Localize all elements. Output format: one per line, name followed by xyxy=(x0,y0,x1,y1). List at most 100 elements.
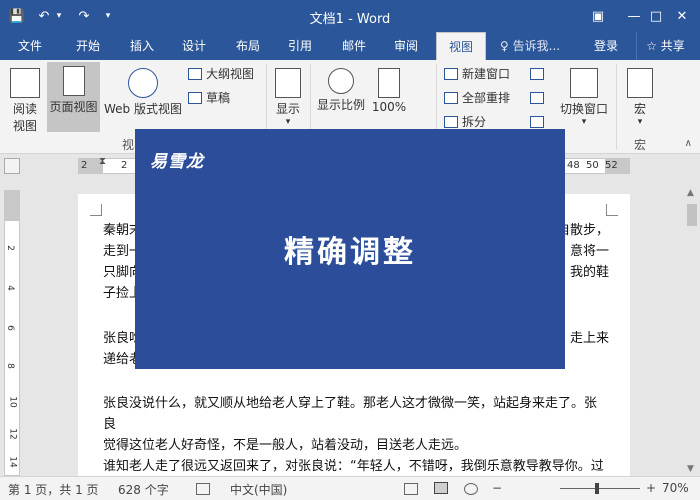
word-count[interactable]: 628 个字 xyxy=(118,481,169,498)
view-side-by-side-button[interactable] xyxy=(530,64,548,84)
title-bar: 💾 ↶ ▾ ↷ ▾ 文档1 - Word ▣ — □ ✕ xyxy=(0,0,700,32)
read-mode-button[interactable]: 阅读 视图 xyxy=(6,64,44,134)
zoom-slider-thumb[interactable] xyxy=(595,483,599,494)
zoom-level[interactable]: 70% xyxy=(662,481,689,495)
indent-marker-icon[interactable]: ⧗ xyxy=(99,156,106,167)
vertical-scrollbar[interactable]: ▲ ▼ xyxy=(684,186,700,476)
vertical-ruler[interactable]: 2 4 6 8 10 12 14 xyxy=(4,190,20,476)
tab-insert[interactable]: 插入 xyxy=(120,32,164,60)
tab-home[interactable]: 开始 xyxy=(66,32,110,60)
read-mode-label-1: 阅读 xyxy=(12,102,37,116)
scroll-thumb[interactable] xyxy=(687,204,697,226)
lightbulb-icon: ♀ xyxy=(500,39,509,53)
switch-windows-label: 切换窗口 xyxy=(559,102,608,116)
new-window-button[interactable]: 新建窗口 xyxy=(444,64,510,84)
show-button[interactable]: 显示 ▾ xyxy=(270,64,306,134)
page-icon xyxy=(62,66,85,96)
tab-mailings[interactable]: 邮件 xyxy=(332,32,376,60)
new-window-icon xyxy=(444,68,458,80)
paragraph[interactable]: 张良没说什么，就又顺从地给老人穿上了鞋。那老人这才微微一笑，站起身来走了。张良 … xyxy=(103,393,609,456)
proofing-icon[interactable] xyxy=(196,483,210,495)
sign-in-link[interactable]: 登录 xyxy=(594,32,618,60)
outline-button[interactable]: 大纲视图 xyxy=(188,64,254,84)
scroll-down-icon[interactable]: ▼ xyxy=(687,464,694,474)
outline-icon xyxy=(188,68,202,80)
new-window-label: 新建窗口 xyxy=(462,67,511,81)
read-mode-view-icon[interactable] xyxy=(404,483,418,495)
zoom-out-icon[interactable]: − xyxy=(492,481,502,495)
web-layout-view-icon[interactable] xyxy=(464,483,478,495)
ruler-number: 48 xyxy=(567,160,580,171)
switch-windows-icon xyxy=(570,68,598,98)
zoom-in-icon[interactable]: + xyxy=(646,481,656,495)
tab-selector-button[interactable] xyxy=(4,158,20,174)
ruler-number: 2 xyxy=(81,160,88,171)
tab-file[interactable]: 文件 xyxy=(8,32,52,60)
outline-label: 大纲视图 xyxy=(206,67,255,81)
macros-button[interactable]: 宏 ▾ xyxy=(622,64,658,134)
tab-review[interactable]: 审阅 xyxy=(384,32,428,60)
globe-icon xyxy=(128,68,158,98)
views-group-label: 视 xyxy=(122,138,135,152)
text-line: 意将一 xyxy=(569,244,609,259)
sync-scroll-button[interactable] xyxy=(530,88,548,108)
status-bar: 第 1 页，共 1 页 628 个字 中文(中国) − + 70% xyxy=(0,476,700,500)
crop-mark xyxy=(606,204,618,216)
tell-me-search[interactable]: ♀ 告诉我... xyxy=(500,32,560,60)
vruler-number: 12 xyxy=(7,428,18,440)
arrange-all-button[interactable]: 全部重排 xyxy=(444,88,510,108)
share-icon: ☆ xyxy=(646,39,657,53)
collapse-ribbon-icon[interactable]: ∧ xyxy=(685,138,692,149)
scroll-up-icon[interactable]: ▲ xyxy=(687,188,694,198)
vruler-number: 4 xyxy=(4,285,15,291)
macros-icon xyxy=(627,68,653,98)
ruler-number: 50 xyxy=(586,160,599,171)
zoom-label: 显示比例 xyxy=(316,98,365,112)
zoom-button[interactable]: 显示比例 xyxy=(314,64,368,134)
zoom-slider[interactable] xyxy=(560,488,640,489)
print-layout-view-icon[interactable] xyxy=(434,482,448,494)
tab-design[interactable]: 设计 xyxy=(172,32,216,60)
tab-references[interactable]: 引用 xyxy=(278,32,322,60)
macros-dropdown-icon: ▾ xyxy=(637,117,643,127)
text-line: 谁知老人走了很远又返回来了，对张良说：“年轻人，不错呀，我倒乐意教导教导你。过 xyxy=(103,459,604,474)
macros-group-label: 宏 xyxy=(634,138,647,152)
draft-button[interactable]: 草稿 xyxy=(188,88,230,108)
read-mode-label-2: 视图 xyxy=(12,119,37,133)
show-dropdown-icon: ▾ xyxy=(285,117,291,127)
title-overlay-banner: 易雪龙 精确调整 xyxy=(135,129,565,369)
ribbon-tabs: 文件 开始 插入 设计 布局 引用 邮件 审阅 视图 ♀ 告诉我... 登录 ☆… xyxy=(0,32,700,60)
switch-windows-button[interactable]: 切换窗口 ▾ xyxy=(556,64,612,134)
reset-window-icon xyxy=(530,116,544,128)
text-line: 张良没说什么，就又顺从地给老人穿上了鞋。那老人这才微微一笑，站起身来走了。张良 xyxy=(103,396,598,432)
paragraph[interactable]: 谁知老人走了很远又返回来了，对张良说：“年轻人，不错呀，我倒乐意教导教导你。过 xyxy=(103,456,609,476)
ribbon-display-options-icon[interactable]: ▣ xyxy=(580,0,616,32)
draft-label: 草稿 xyxy=(206,91,231,105)
show-icon xyxy=(275,68,301,98)
split-label: 拆分 xyxy=(462,115,487,129)
print-layout-button[interactable]: 页面视图 xyxy=(47,62,100,132)
text-line: 走上来 xyxy=(569,331,609,346)
crop-mark xyxy=(90,204,102,216)
sync-scroll-icon xyxy=(530,92,544,104)
tab-view[interactable]: 视图 xyxy=(436,32,486,60)
macros-label: 宏 xyxy=(633,102,646,116)
page-count[interactable]: 第 1 页，共 1 页 xyxy=(8,481,99,498)
print-layout-label: 页面视图 xyxy=(49,100,98,114)
close-icon[interactable]: ✕ xyxy=(664,0,700,32)
magnifier-icon xyxy=(328,68,354,94)
vruler-number: 8 xyxy=(4,363,15,369)
vruler-number: 14 xyxy=(7,456,18,468)
web-layout-label: Web 版式视图 xyxy=(104,102,182,116)
arrange-all-label: 全部重排 xyxy=(462,91,511,105)
tell-me-text: 告诉我... xyxy=(512,39,561,53)
language-indicator[interactable]: 中文(中国) xyxy=(230,481,287,498)
share-button[interactable]: ☆ 共享 xyxy=(636,32,694,60)
split-icon xyxy=(444,116,458,128)
show-label: 显示 xyxy=(275,102,300,116)
web-layout-button[interactable]: Web 版式视图 xyxy=(102,64,184,134)
tab-layout[interactable]: 布局 xyxy=(226,32,270,60)
brand-logo-text: 易雪龙 xyxy=(150,152,204,172)
separator xyxy=(616,64,617,150)
zoom-100-button[interactable]: 100% xyxy=(370,64,408,134)
